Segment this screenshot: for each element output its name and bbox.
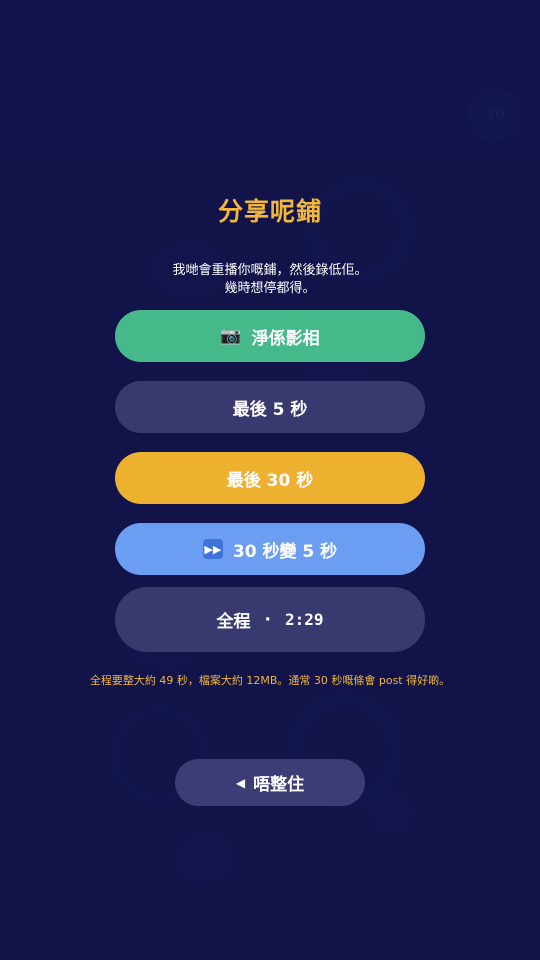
speedup-30-to-5-button[interactable]: ▶▶ 30 秒變 5 秒 [115, 523, 425, 575]
last-30-seconds-button[interactable]: 最後 30 秒 [115, 452, 425, 504]
separator-dot: · [264, 609, 271, 630]
size-estimate-note: 全程要整大約 49 秒，檔案大約 12MB。通常 30 秒嘅條會 post 得好… [89, 674, 451, 687]
speedup-label: 30 秒變 5 秒 [232, 541, 338, 562]
cancel-label: 唔整住 [253, 775, 305, 795]
full-replay-button[interactable]: 全程 · 2:29 [115, 587, 425, 652]
cancel-button[interactable]: ◀ 唔整住 [175, 759, 365, 806]
share-dialog-overlay: 分享呢鋪 我哋會重播你嘅鋪，然後錄低佢。 幾時想停都得。 📷 淨係影相 最後 5… [0, 0, 540, 960]
full-replay-duration: 2:29 [284, 610, 324, 629]
fast-forward-icon: ▶▶ [202, 539, 223, 559]
description-line: 我哋會重播你嘅鋪，然後錄低佢。 [172, 263, 368, 278]
dialog-title: 分享呢鋪 [217, 197, 322, 226]
last-30-seconds-label: 最後 30 秒 [226, 470, 314, 491]
camera-icon: 📷 [220, 326, 242, 346]
full-replay-label: 全程 [216, 612, 251, 632]
photo-only-label: 淨係影相 [251, 328, 320, 349]
last-5-seconds-button[interactable]: 最後 5 秒 [115, 381, 425, 433]
description-line: 幾時想停都得。 [224, 281, 316, 296]
dialog-description: 我哋會重播你嘅鋪，然後錄低佢。 幾時想停都得。 [0, 262, 540, 298]
back-arrow-icon: ◀ [235, 775, 246, 790]
photo-only-button[interactable]: 📷 淨係影相 [115, 310, 425, 362]
last-5-seconds-label: 最後 5 秒 [232, 399, 308, 420]
screen: 30 分享呢鋪 我哋會重播你嘅鋪，然後錄低佢。 幾時想停都得。 📷 淨係影相 最… [0, 0, 540, 960]
